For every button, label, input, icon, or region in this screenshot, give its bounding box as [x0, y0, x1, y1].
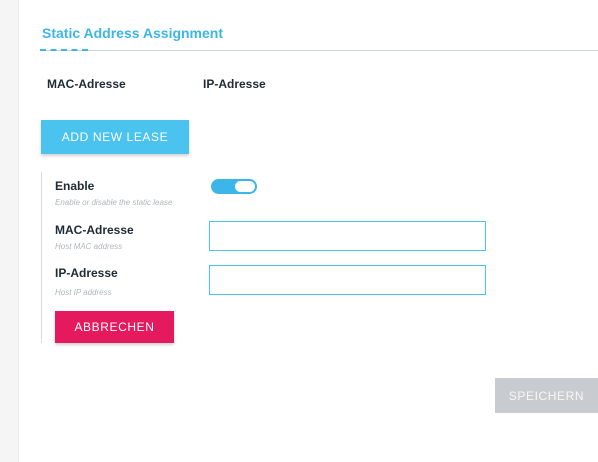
form-left-border [41, 172, 42, 343]
ip-address-label: IP-Adresse [55, 266, 118, 280]
title-dash-accent [40, 49, 88, 51]
column-header-ip: IP-Adresse [203, 77, 266, 91]
mac-address-input[interactable] [209, 221, 486, 251]
mac-address-hint: Host MAC address [55, 242, 123, 251]
mac-address-label: MAC-Adresse [55, 223, 134, 237]
cancel-button[interactable]: ABBRECHEN [55, 311, 174, 343]
ip-address-input[interactable] [209, 265, 486, 295]
ip-address-hint: Host IP address [55, 288, 112, 297]
left-rail [0, 0, 19, 462]
title-divider [40, 50, 598, 51]
enable-hint: Enable or disable the static lease [55, 198, 173, 207]
column-header-mac: MAC-Adresse [47, 77, 126, 91]
save-button[interactable]: SPEICHERN [495, 378, 598, 413]
enable-label: Enable [55, 179, 95, 193]
section-title: Static Address Assignment [42, 25, 224, 41]
toggle-knob [235, 181, 255, 192]
enable-toggle[interactable] [211, 179, 257, 194]
add-new-lease-button[interactable]: ADD NEW LEASE [41, 120, 189, 154]
static-lease-page: Static Address Assignment MAC-Adresse IP… [0, 0, 598, 462]
